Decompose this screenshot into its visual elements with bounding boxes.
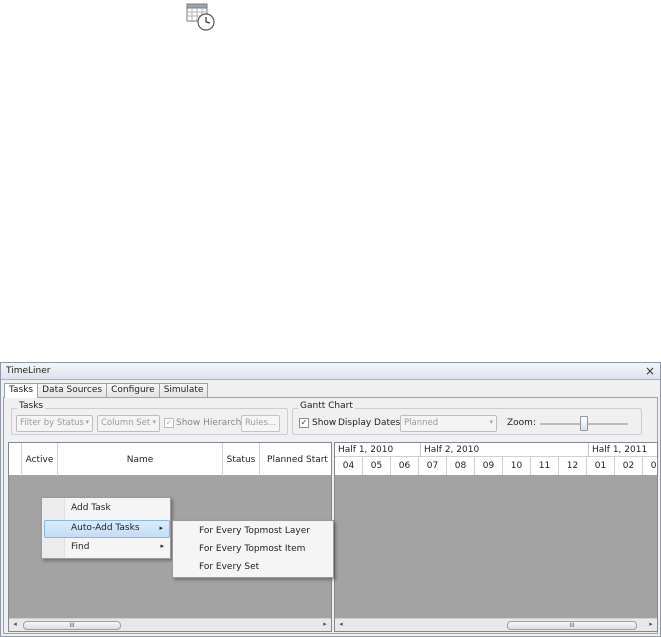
zoom-slider-thumb[interactable] <box>580 416 588 431</box>
window-title: TimeLiner <box>6 366 51 376</box>
context-menu: Add Task Auto-Add Tasks ▸ Find ▸ <box>41 497 171 559</box>
menu-item-label: Add Task <box>71 503 111 513</box>
column-set-text: Column Set <box>101 418 151 428</box>
period-half-2-2010: Half 2, 2010 <box>421 443 589 457</box>
gantt-header: Half 1, 2010 Half 2, 2010 Half 1, 2011 0… <box>335 443 657 476</box>
gantt-horizontal-scrollbar[interactable]: ◂ III ▸ <box>335 618 657 631</box>
month-cell: 05 <box>363 457 391 475</box>
submenu-arrow-icon: ▸ <box>160 542 164 550</box>
scroll-left-arrow-icon[interactable]: ◂ <box>9 620 21 628</box>
gantt-group-legend: Gantt Chart <box>298 401 355 411</box>
tab-configure[interactable]: Configure <box>106 383 160 397</box>
month-cell: 12 <box>559 457 587 475</box>
display-dates-combo[interactable]: Planned ▾ <box>400 415 497 432</box>
tasks-group: Tasks Filter by Status ▾ Column Set ▾ ✓ … <box>11 401 288 435</box>
filter-by-status-text: Filter by Status <box>20 418 84 428</box>
title-bar[interactable]: TimeLiner × <box>1 363 660 380</box>
month-cell: 02 <box>615 457 643 475</box>
month-cell: 01 <box>587 457 615 475</box>
tasks-group-legend: Tasks <box>17 401 46 411</box>
menu-item-label: Auto-Add Tasks <box>71 523 140 533</box>
show-hierarchy-label: Show Hierarchy <box>176 418 247 428</box>
show-gantt-label: Show <box>312 418 337 428</box>
scroll-right-arrow-icon[interactable]: ▸ <box>645 620 657 628</box>
month-cell: 10 <box>503 457 531 475</box>
scroll-right-arrow-icon[interactable]: ▸ <box>319 620 331 628</box>
submenu-item-topmost-layer[interactable]: For Every Topmost Layer <box>175 523 331 540</box>
gantt-period-row: Half 1, 2010 Half 2, 2010 Half 1, 2011 <box>335 443 657 457</box>
chevron-down-icon: ▾ <box>85 418 89 426</box>
column-set-combo[interactable]: Column Set ▾ <box>97 415 160 432</box>
month-cell: 07 <box>419 457 447 475</box>
tab-strip: Tasks Data Sources Configure Simulate <box>4 383 209 398</box>
auto-add-tasks-submenu: For Every Topmost Layer For Every Topmos… <box>172 520 334 578</box>
chevron-down-icon: ▾ <box>152 418 156 426</box>
column-header-status[interactable]: Status <box>223 443 260 476</box>
month-cell: 06 <box>391 457 419 475</box>
period-half-1-2011: Half 1, 2011 <box>592 445 648 455</box>
row-selector-header <box>9 443 22 476</box>
column-header-active[interactable]: Active <box>22 443 58 476</box>
show-gantt-checkbox[interactable]: ✓ <box>299 418 309 428</box>
task-grid-header: Active Name Status Planned Start <box>9 443 331 476</box>
month-cell: 11 <box>531 457 559 475</box>
column-header-planned-start[interactable]: Planned Start <box>260 443 331 476</box>
zoom-label: Zoom: <box>507 418 536 428</box>
scroll-thumb[interactable]: III <box>507 621 637 630</box>
month-cell: 08 <box>447 457 475 475</box>
show-hierarchy-checkbox[interactable]: ✓ <box>164 418 174 428</box>
menu-item-find[interactable]: Find ▸ <box>44 539 170 557</box>
menu-item-label: Find <box>71 542 90 552</box>
column-header-name[interactable]: Name <box>58 443 223 476</box>
submenu-item-every-set[interactable]: For Every Set <box>175 559 331 576</box>
display-dates-label: Display Dates: <box>338 418 404 428</box>
month-cell: 04 <box>335 457 363 475</box>
tab-tasks[interactable]: Tasks <box>4 383 39 398</box>
scroll-left-arrow-icon[interactable]: ◂ <box>335 620 347 628</box>
menu-item-auto-add-tasks[interactable]: Auto-Add Tasks ▸ <box>44 520 170 538</box>
calendar-clock-icon <box>186 2 216 32</box>
month-cell: 09 <box>475 457 503 475</box>
tab-data-sources[interactable]: Data Sources <box>37 383 108 397</box>
menu-item-add-task[interactable]: Add Task <box>44 500 170 518</box>
gantt-chart-group: Gantt Chart ✓ Show Display Dates: Planne… <box>292 401 642 435</box>
submenu-arrow-icon: ▸ <box>159 524 163 532</box>
scroll-thumb[interactable]: III <box>23 621 121 630</box>
rules-button[interactable]: Rules... <box>241 415 280 432</box>
month-cell: 03 <box>643 457 657 475</box>
close-icon[interactable]: × <box>645 364 655 378</box>
tab-simulate[interactable]: Simulate <box>158 383 209 397</box>
chevron-down-icon: ▾ <box>489 418 493 426</box>
task-grid-horizontal-scrollbar[interactable]: ◂ III ▸ <box>9 618 331 631</box>
gantt-grid: Half 1, 2010 Half 2, 2010 Half 1, 2011 0… <box>334 442 658 632</box>
gantt-month-row: 040506070809101112010203 <box>335 457 657 475</box>
toolbar: Tasks Filter by Status ▾ Column Set ▾ ✓ … <box>8 401 653 437</box>
submenu-item-topmost-item[interactable]: For Every Topmost Item <box>175 541 331 558</box>
display-dates-value: Planned <box>404 418 439 428</box>
filter-by-status-combo[interactable]: Filter by Status ▾ <box>16 415 93 432</box>
period-half-1-2010: Half 1, 2010 <box>335 443 421 457</box>
